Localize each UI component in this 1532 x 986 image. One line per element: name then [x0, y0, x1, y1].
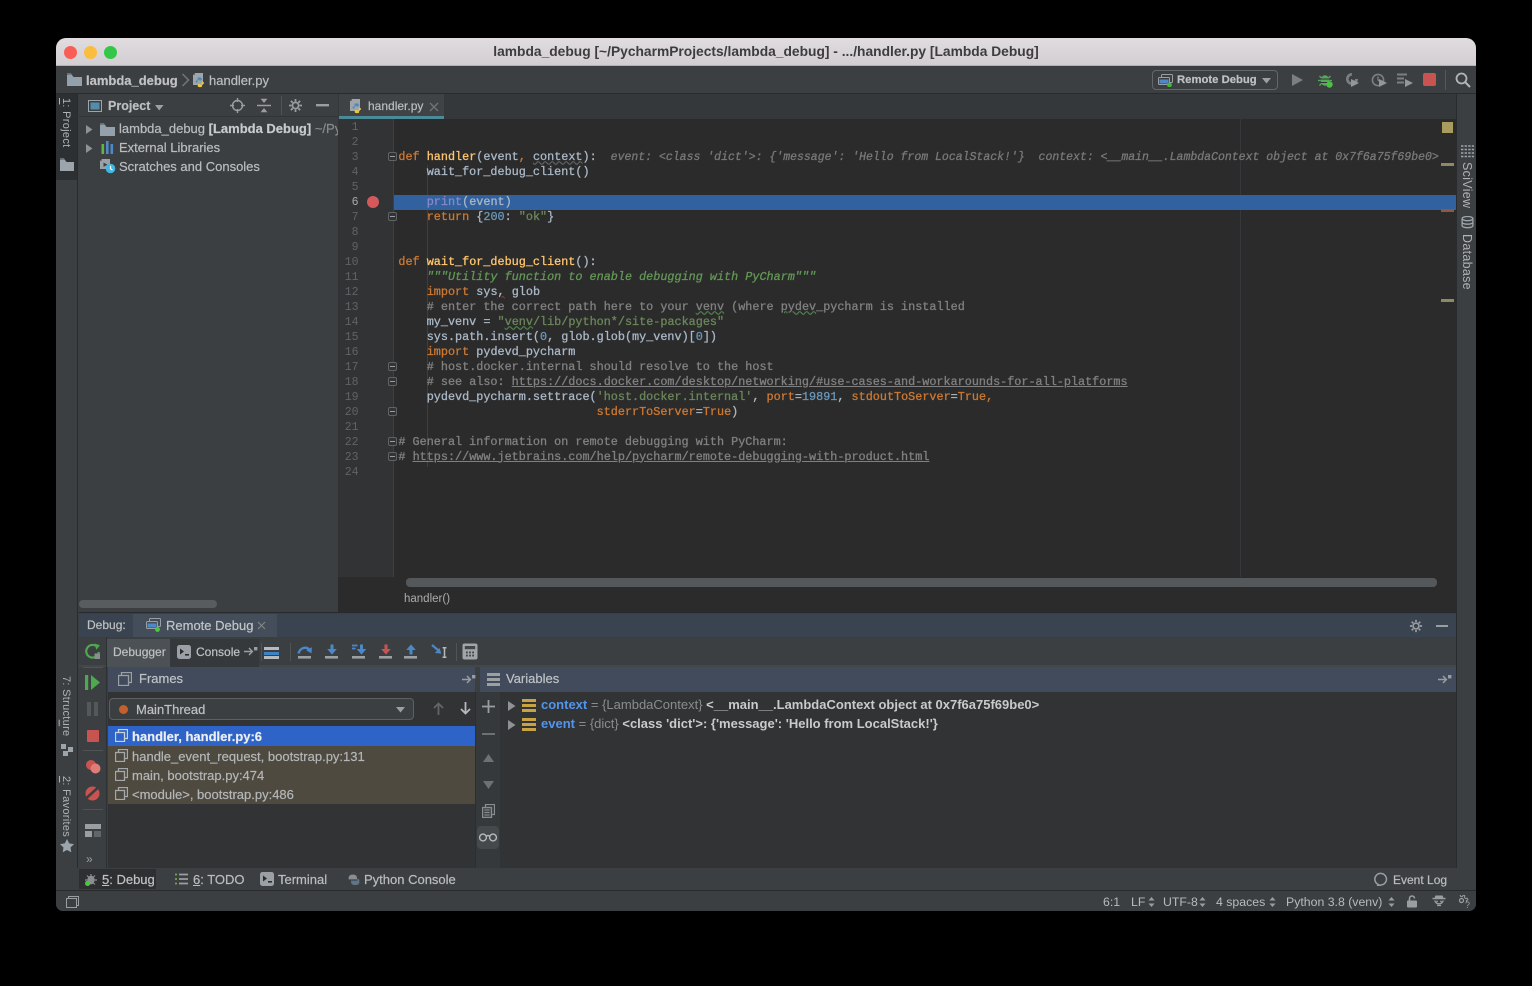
svg-text:?: ?	[1465, 900, 1470, 909]
